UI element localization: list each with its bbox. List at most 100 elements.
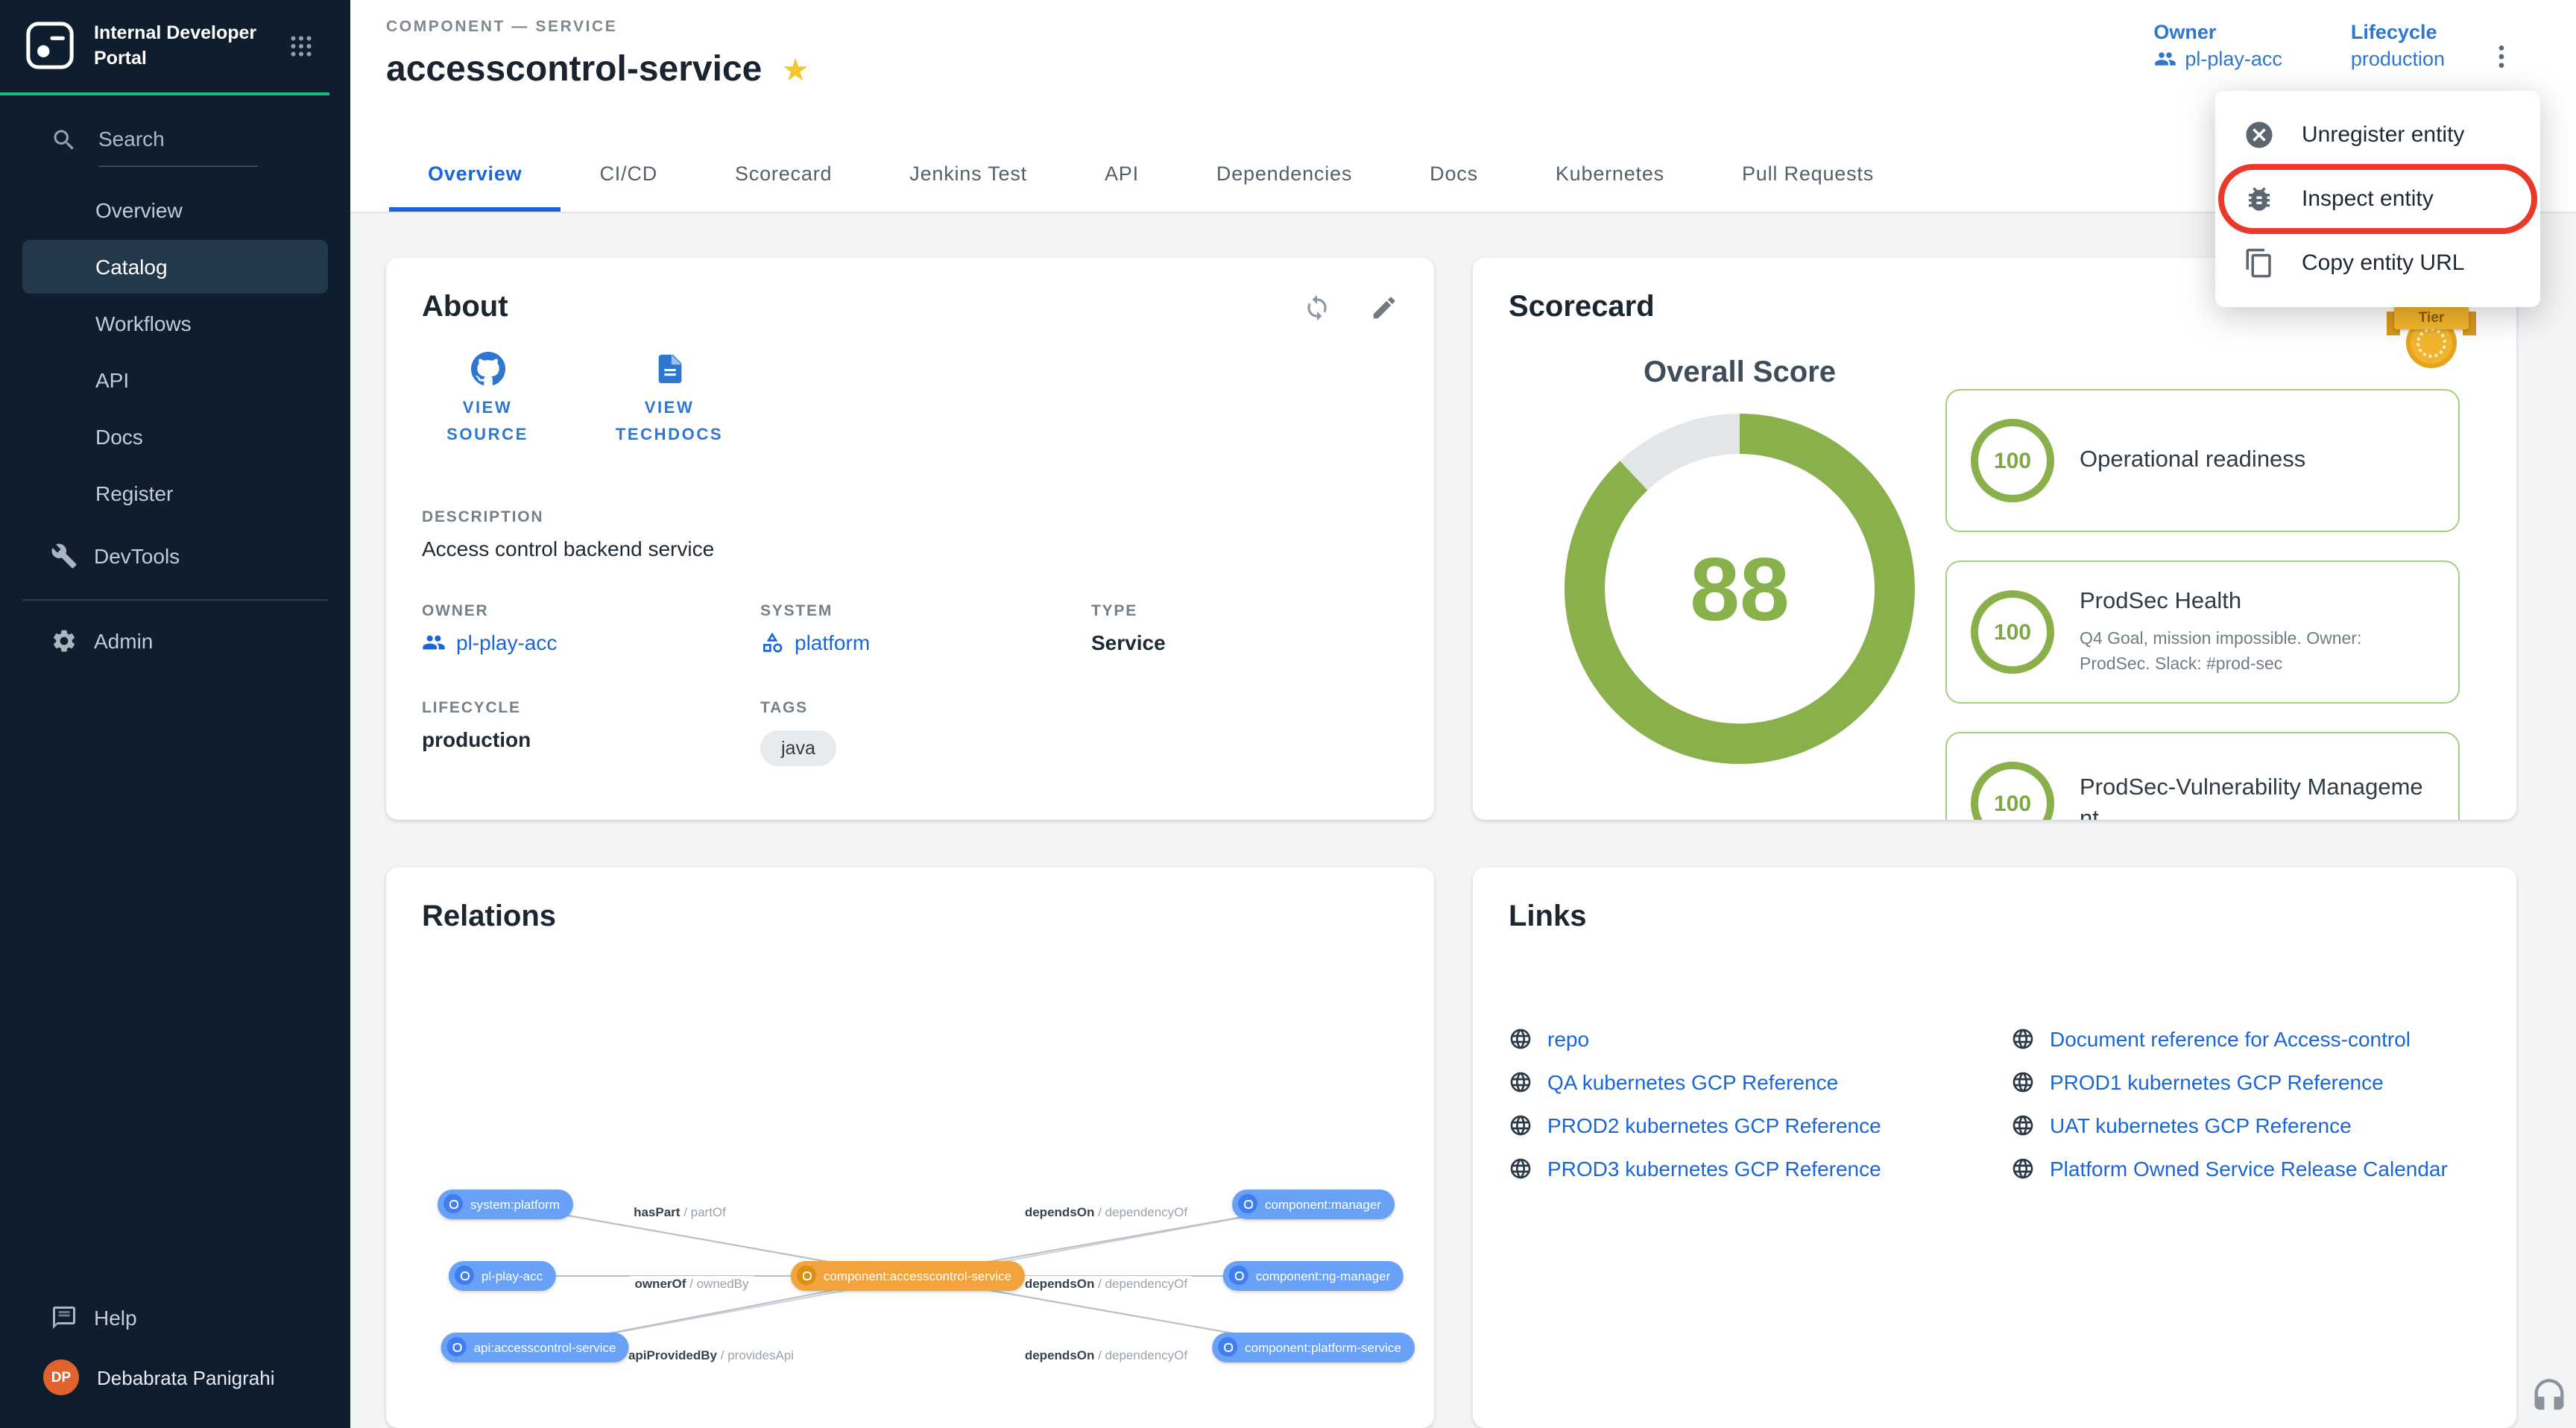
check-score-value: 100 — [1971, 762, 2054, 819]
search-input[interactable]: Search — [98, 127, 258, 167]
node-label: pl-play-acc — [482, 1268, 543, 1283]
relation-node-component-platform-service[interactable]: component:platform-service — [1212, 1332, 1415, 1362]
menu-item-copy-entity-url[interactable]: Copy entity URL — [2215, 231, 2540, 295]
menu-item-inspect-entity[interactable]: Inspect entity — [2215, 167, 2540, 231]
relation-node-system-platform[interactable]: system:platform — [438, 1189, 573, 1219]
edit-pencil-icon[interactable] — [1370, 294, 1398, 322]
refresh-icon[interactable] — [1303, 294, 1331, 322]
view-source-link[interactable]: VIEW SOURCE — [422, 352, 553, 449]
sidebar-item-help[interactable]: Help — [0, 1289, 350, 1346]
search-icon — [51, 127, 78, 154]
tab-ci-cd[interactable]: CI/CD — [561, 136, 697, 212]
entity-kind-icon — [443, 1194, 463, 1213]
sidebar-item-workflows[interactable]: Workflows — [22, 297, 328, 350]
relation-edge-label: ownerOf / ownedBy — [630, 1275, 753, 1290]
owner-link[interactable]: pl-play-acc — [422, 631, 760, 654]
external-link-prod2-kubernetes-gcp-reference[interactable]: PROD2 kubernetes GCP Reference — [1509, 1104, 1978, 1147]
field-label: TAGS — [760, 699, 1091, 717]
favorite-star-icon[interactable]: ★ — [781, 54, 809, 86]
techdocs-icon — [652, 352, 686, 386]
relations-card: Relations hasPart / partOfownerOf / owne… — [386, 867, 1434, 1428]
globe-icon — [1509, 1070, 1532, 1094]
sidebar-item-devtools[interactable]: DevTools — [0, 528, 350, 584]
tab-pull-requests[interactable]: Pull Requests — [1703, 136, 1913, 212]
external-link-document-reference-for-access-control[interactable]: Document reference for Access-control — [2011, 1017, 2481, 1061]
lifecycle-meta[interactable]: Lifecycle production — [2351, 21, 2445, 70]
apps-grid-icon[interactable] — [288, 32, 315, 59]
link-text: Platform Owned Service Release Calendar — [2050, 1157, 2448, 1181]
page-title: accesscontrol-service — [386, 49, 762, 91]
external-link-uat-kubernetes-gcp-reference[interactable]: UAT kubernetes GCP Reference — [2011, 1104, 2481, 1147]
about-title: About — [422, 291, 508, 325]
more-options-kebab-icon[interactable] — [2481, 36, 2522, 85]
tab-bar: OverviewCI/CDScorecardJenkins TestAPIDep… — [389, 136, 1913, 212]
check-score-value: 100 — [1971, 590, 2054, 674]
overall-score-label: Overall Score — [1524, 356, 1956, 391]
links-column: repoQA kubernetes GCP ReferencePROD2 kub… — [1509, 1017, 1978, 1190]
lifecycle-field: LIFECYCLE production — [422, 699, 760, 766]
external-link-platform-owned-service-release-calendar[interactable]: Platform Owned Service Release Calendar — [2011, 1147, 2481, 1190]
entity-kind-icon — [447, 1337, 467, 1356]
relation-node-component-manager[interactable]: component:manager — [1232, 1189, 1395, 1219]
support-headset-icon[interactable] — [2530, 1377, 2569, 1424]
tags-field: TAGS java — [760, 699, 1091, 766]
relations-graph: hasPart / partOfownerOf / ownedByapiProv… — [386, 1165, 1434, 1428]
relation-node-component-accesscontrol-service[interactable]: component:accesscontrol-service — [791, 1260, 1025, 1290]
sidebar-item-api[interactable]: API — [22, 353, 328, 407]
entity-kind-icon — [797, 1266, 816, 1285]
sidebar-item-overview[interactable]: Overview — [22, 183, 328, 237]
system-link[interactable]: platform — [760, 631, 1091, 654]
entity-kind-icon — [1238, 1194, 1257, 1213]
tab-jenkins-test[interactable]: Jenkins Test — [871, 136, 1066, 212]
relation-edge-label: dependsOn / dependencyOf — [1020, 1347, 1192, 1362]
menu-item-label: Copy entity URL — [2302, 250, 2464, 276]
owner-meta[interactable]: Owner pl-play-acc — [2153, 21, 2282, 70]
tab-dependencies[interactable]: Dependencies — [1178, 136, 1391, 212]
tab-kubernetes[interactable]: Kubernetes — [1517, 136, 1703, 212]
external-link-prod3-kubernetes-gcp-reference[interactable]: PROD3 kubernetes GCP Reference — [1509, 1147, 1978, 1190]
menu-item-unregister-entity[interactable]: Unregister entity — [2215, 103, 2540, 167]
bug-icon — [2244, 183, 2275, 215]
scorecard-check-prodsec-health: 100ProdSec HealthQ4 Goal, mission imposs… — [1945, 560, 2460, 704]
gear-icon — [51, 628, 78, 654]
relation-node-pl-play-acc[interactable]: pl-play-acc — [449, 1260, 556, 1290]
user-profile[interactable]: DP Debabrata Panigrahi — [0, 1346, 350, 1428]
system-icon — [760, 631, 784, 654]
view-techdocs-link[interactable]: VIEW TECHDOCS — [604, 352, 735, 449]
link-text: PROD1 kubernetes GCP Reference — [2050, 1070, 2384, 1094]
sidebar-item-register[interactable]: Register — [22, 467, 328, 520]
entity-context-menu: Unregister entityInspect entity Copy enti… — [2215, 91, 2540, 307]
score-donut: 88 — [1562, 411, 1917, 766]
sidebar-divider — [22, 599, 328, 601]
overall-score-block: Overall Score 88 — [1524, 356, 1956, 766]
tab-overview[interactable]: Overview — [389, 136, 561, 212]
help-chat-icon — [51, 1304, 78, 1331]
sidebar-item-docs[interactable]: Docs — [22, 410, 328, 464]
tag-chip-java[interactable]: java — [760, 730, 836, 766]
tab-scorecard[interactable]: Scorecard — [696, 136, 871, 212]
relation-node-api-accesscontrol-service[interactable]: api:accesscontrol-service — [441, 1332, 630, 1362]
check-score-value: 100 — [1971, 419, 2054, 502]
sidebar-search[interactable]: Search — [0, 95, 350, 167]
external-link-qa-kubernetes-gcp-reference[interactable]: QA kubernetes GCP Reference — [1509, 1061, 1978, 1104]
view-source-label: VIEW SOURCE — [422, 397, 553, 449]
sidebar-item-catalog[interactable]: Catalog — [22, 240, 328, 294]
relation-edge-label: apiProvidedBy / providesApi — [624, 1347, 798, 1362]
about-card: About VIEW SOURCE — [386, 258, 1434, 819]
sidebar-item-admin[interactable]: Admin — [0, 613, 350, 669]
tags-list: java — [760, 730, 1091, 766]
check-subtext: Q4 Goal, mission impossible. Owner: Prod… — [2080, 627, 2434, 678]
tab-docs[interactable]: Docs — [1391, 136, 1517, 212]
external-link-prod1-kubernetes-gcp-reference[interactable]: PROD1 kubernetes GCP Reference — [2011, 1061, 2481, 1104]
external-link-repo[interactable]: repo — [1509, 1017, 1978, 1061]
tab-api[interactable]: API — [1066, 136, 1178, 212]
scorecard-checks: 100Operational readiness100ProdSec Healt… — [1945, 389, 2460, 819]
header-meta: Owner pl-play-acc Lifecycle production — [2153, 21, 2445, 70]
relation-node-component-ng-manager[interactable]: component:ng-manager — [1223, 1260, 1404, 1290]
globe-icon — [1509, 1027, 1532, 1051]
description-label: DESCRIPTION — [422, 508, 1398, 526]
owner-value: pl-play-acc — [2185, 48, 2282, 70]
cancel-icon — [2244, 119, 2275, 151]
node-label: api:accesscontrol-service — [474, 1339, 616, 1354]
tier-badge: Tier — [2393, 303, 2470, 386]
